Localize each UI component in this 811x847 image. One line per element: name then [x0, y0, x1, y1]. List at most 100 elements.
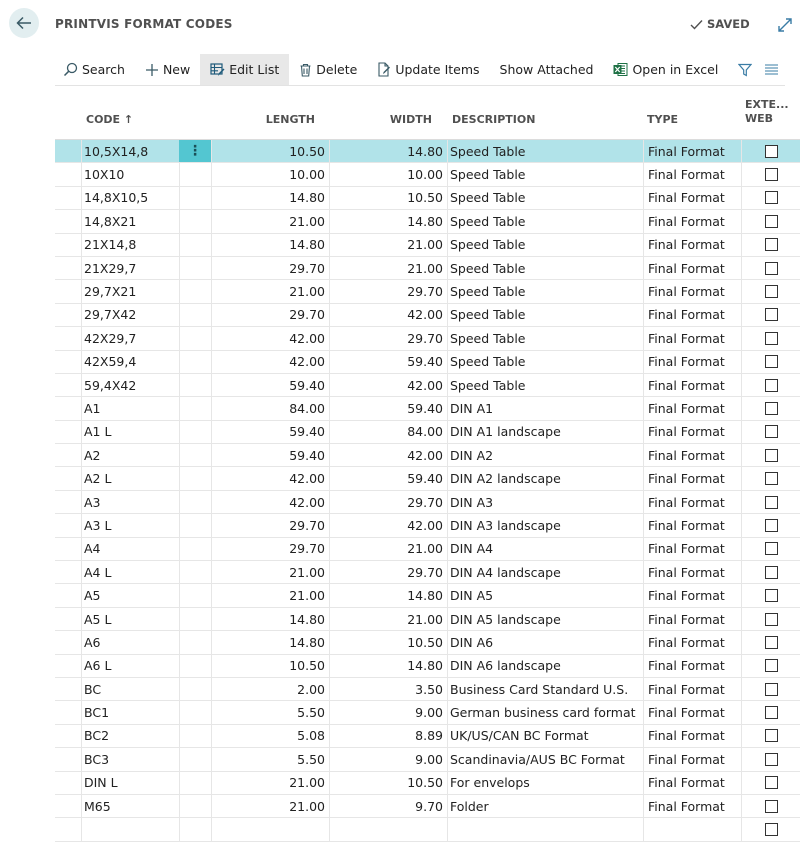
table-row[interactable]: A4 29.70 21.00 DIN A4 Final Format — [55, 537, 800, 562]
description-cell[interactable]: DIN A6 — [447, 631, 643, 654]
table-row[interactable]: DIN L 21.00 10.50 For envelops Final Format — [55, 771, 800, 795]
row-marker[interactable] — [55, 374, 81, 396]
external-web-checkbox[interactable] — [764, 589, 778, 603]
row-marker[interactable] — [55, 795, 81, 817]
type-cell[interactable]: Final Format — [643, 654, 741, 677]
description-cell[interactable] — [447, 818, 643, 841]
external-web-checkbox[interactable] — [764, 331, 778, 345]
type-cell[interactable]: Final Format — [643, 140, 741, 163]
row-marker[interactable] — [55, 818, 81, 840]
width-cell[interactable]: 42.00 — [329, 303, 447, 327]
description-cell[interactable]: Scandinavia/AUS BC Format — [447, 748, 643, 771]
table-row[interactable]: A5 21.00 14.80 DIN A5 Final Format — [55, 584, 800, 608]
width-cell[interactable]: 14.80 — [329, 584, 447, 607]
code-cell[interactable] — [81, 818, 179, 841]
width-cell[interactable]: 10.00 — [329, 163, 447, 186]
length-cell[interactable]: 42.00 — [211, 467, 329, 490]
length-cell[interactable] — [211, 818, 329, 841]
length-cell[interactable]: 14.80 — [211, 186, 329, 210]
description-cell[interactable]: Folder — [447, 794, 643, 818]
width-cell[interactable]: 21.00 — [329, 256, 447, 280]
type-cell[interactable]: Final Format — [643, 514, 741, 537]
code-cell[interactable]: A3 L — [81, 514, 179, 537]
width-cell[interactable]: 8.89 — [329, 724, 447, 748]
row-marker[interactable] — [55, 304, 81, 326]
external-web-checkbox[interactable] — [764, 612, 778, 626]
length-cell[interactable]: 5.50 — [211, 701, 329, 724]
length-cell[interactable]: 21.00 — [211, 561, 329, 584]
type-cell[interactable]: Final Format — [643, 584, 741, 607]
length-cell[interactable]: 42.00 — [211, 350, 329, 373]
external-web-checkbox[interactable] — [764, 448, 778, 462]
length-cell[interactable]: 5.50 — [211, 748, 329, 771]
row-marker[interactable] — [55, 163, 81, 185]
length-cell[interactable]: 10.00 — [211, 163, 329, 186]
table-row[interactable]: 29,7X42 29.70 42.00 Speed Table Final Format — [55, 303, 800, 328]
row-marker[interactable] — [55, 655, 81, 677]
row-marker[interactable] — [55, 351, 81, 373]
description-cell[interactable]: Speed Table — [447, 140, 643, 163]
column-header-type[interactable]: TYPE — [647, 113, 678, 126]
row-marker[interactable] — [55, 444, 81, 466]
code-cell[interactable]: 10X10 — [81, 163, 179, 186]
length-cell[interactable]: 10.50 — [211, 140, 329, 163]
width-cell[interactable]: 59.40 — [329, 350, 447, 373]
type-cell[interactable]: Final Format — [643, 397, 741, 420]
code-cell[interactable]: A2 L — [81, 467, 179, 490]
type-cell[interactable]: Final Format — [643, 467, 741, 490]
length-cell[interactable]: 29.70 — [211, 514, 329, 537]
row-marker[interactable] — [55, 491, 81, 513]
length-cell[interactable]: 29.70 — [211, 303, 329, 327]
table-row[interactable]: A2 59.40 42.00 DIN A2 Final Format — [55, 444, 800, 468]
width-cell[interactable]: 59.40 — [329, 467, 447, 490]
back-button[interactable] — [9, 8, 39, 38]
row-actions-icon[interactable]: ⋮ — [188, 144, 202, 158]
length-cell[interactable]: 42.00 — [211, 490, 329, 514]
type-cell[interactable]: Final Format — [643, 163, 741, 186]
row-marker[interactable] — [55, 140, 81, 162]
length-cell[interactable]: 21.00 — [211, 584, 329, 607]
external-web-checkbox[interactable] — [764, 285, 778, 299]
length-cell[interactable]: 14.80 — [211, 631, 329, 654]
external-web-checkbox[interactable] — [764, 518, 778, 532]
code-cell[interactable]: 21X14,8 — [81, 233, 179, 256]
code-cell[interactable]: A1 — [81, 397, 179, 420]
code-cell[interactable]: A4 — [81, 537, 179, 561]
table-row[interactable]: A2 L 42.00 59.40 DIN A2 landscape Final Form… — [55, 467, 800, 491]
length-cell[interactable]: 21.00 — [211, 210, 329, 233]
description-cell[interactable]: DIN A2 landscape — [447, 467, 643, 490]
external-web-checkbox[interactable] — [764, 308, 778, 322]
length-cell[interactable]: 14.80 — [211, 607, 329, 631]
width-cell[interactable]: 14.80 — [329, 654, 447, 677]
table-row[interactable]: A3 L 29.70 42.00 DIN A3 landscape Final Form… — [55, 514, 800, 538]
width-cell[interactable]: 84.00 — [329, 420, 447, 444]
code-cell[interactable]: BC2 — [81, 724, 179, 748]
type-cell[interactable]: Final Format — [643, 677, 741, 701]
row-marker[interactable] — [55, 725, 81, 747]
table-row[interactable]: A5 L 14.80 21.00 DIN A5 landscape Final Form… — [55, 607, 800, 632]
code-cell[interactable]: BC — [81, 677, 179, 701]
table-row[interactable]: 59,4X42 59.40 42.00 Speed Table Final Format — [55, 373, 800, 398]
external-web-checkbox[interactable] — [764, 823, 778, 837]
code-cell[interactable]: A5 — [81, 584, 179, 607]
table-row[interactable]: 29,7X21 21.00 29.70 Speed Table Final Format — [55, 280, 800, 304]
code-cell[interactable]: A3 — [81, 490, 179, 514]
description-cell[interactable]: DIN A4 — [447, 537, 643, 561]
width-cell[interactable]: 10.50 — [329, 186, 447, 210]
external-web-checkbox[interactable] — [764, 635, 778, 649]
width-cell[interactable]: 21.00 — [329, 537, 447, 561]
type-cell[interactable]: Final Format — [643, 280, 741, 303]
description-cell[interactable]: DIN A5 — [447, 584, 643, 607]
description-cell[interactable]: Speed Table — [447, 163, 643, 186]
external-web-checkbox[interactable] — [764, 776, 778, 790]
width-cell[interactable]: 14.80 — [329, 210, 447, 233]
table-row[interactable]: A1 L 59.40 84.00 DIN A1 landscape Final Form… — [55, 420, 800, 445]
edit-list-button[interactable]: Edit List — [200, 54, 290, 85]
type-cell[interactable]: Final Format — [643, 327, 741, 350]
type-cell[interactable]: Final Format — [643, 561, 741, 584]
external-web-checkbox[interactable] — [764, 144, 778, 158]
type-cell[interactable]: Final Format — [643, 373, 741, 397]
description-cell[interactable]: Speed Table — [447, 186, 643, 210]
type-cell[interactable]: Final Format — [643, 771, 741, 794]
table-row[interactable]: A6 14.80 10.50 DIN A6 Final Format — [55, 631, 800, 655]
